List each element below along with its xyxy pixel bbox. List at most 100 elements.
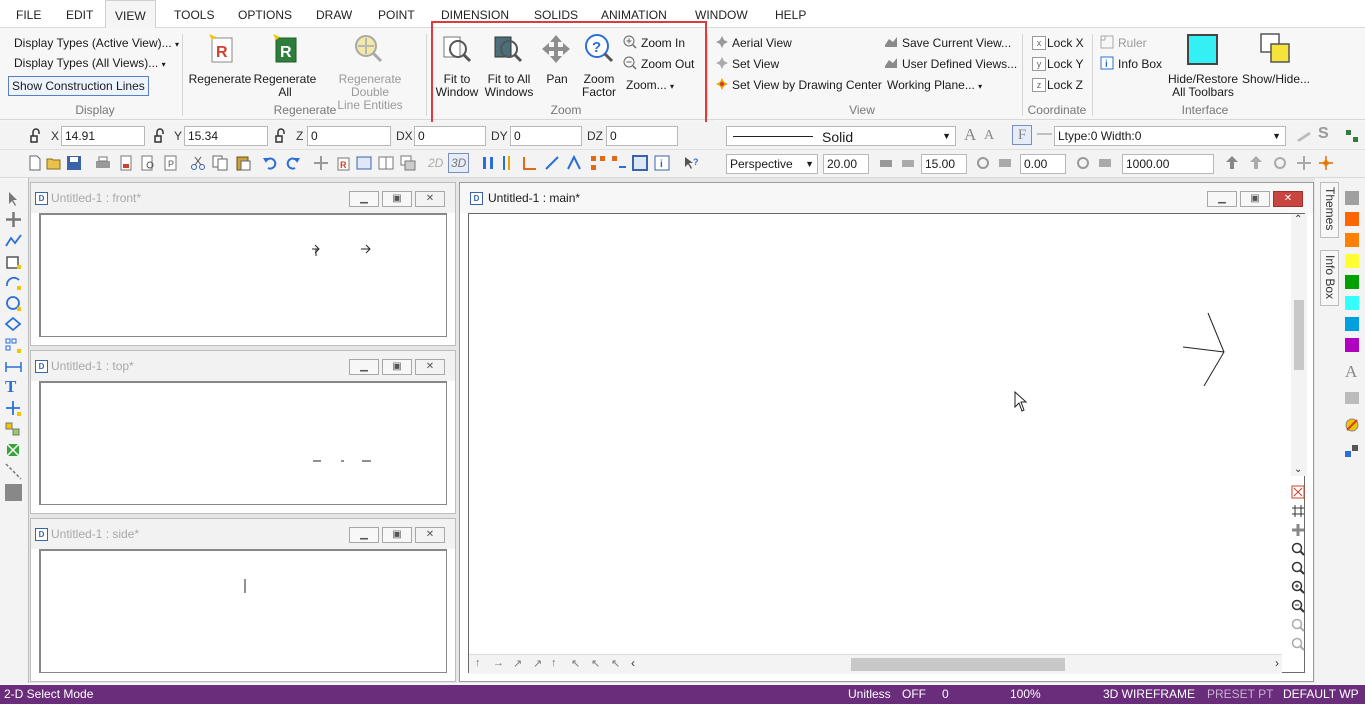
- z-coordinate-input[interactable]: 0: [307, 126, 391, 146]
- pause-icon[interactable]: [480, 155, 496, 171]
- redo-icon[interactable]: [285, 155, 301, 171]
- polygon-tool-icon[interactable]: [5, 316, 22, 333]
- maximize-button[interactable]: ▣: [382, 359, 412, 375]
- menu-options[interactable]: OPTIONS: [229, 0, 301, 28]
- line-dash-icon[interactable]: —: [1037, 125, 1052, 142]
- palette-icon[interactable]: [1344, 417, 1360, 433]
- status-snap[interactable]: OFF: [902, 687, 926, 701]
- dz-input[interactable]: 0: [606, 126, 678, 146]
- status-render-mode[interactable]: 3D WIREFRAME: [1103, 687, 1195, 701]
- new-file-icon[interactable]: [27, 155, 43, 171]
- set-view-by-drawing-center-button[interactable]: Set View by Drawing Center: [732, 78, 882, 92]
- dx-input[interactable]: 0: [414, 126, 486, 146]
- rotate-view-icon[interactable]: [1272, 155, 1288, 171]
- minimize-button[interactable]: ▁: [349, 527, 379, 543]
- font-larger-icon[interactable]: A: [964, 125, 976, 145]
- horizontal-scrollbar-thumb[interactable]: [851, 658, 1065, 671]
- pan-small-icon[interactable]: [1291, 523, 1305, 537]
- view-arrow-nw2-icon[interactable]: ↖: [591, 657, 600, 670]
- view-arrow-n-icon[interactable]: ↑: [551, 657, 557, 669]
- maximize-button[interactable]: ▣: [382, 527, 412, 543]
- color-swatch-purple[interactable]: [1345, 338, 1359, 352]
- menu-point[interactable]: POINT: [369, 0, 424, 28]
- paste-icon[interactable]: [235, 155, 251, 171]
- set-view-button[interactable]: Set View: [732, 57, 779, 71]
- show-construction-lines-button[interactable]: Show Construction Lines: [8, 76, 149, 96]
- filter-icon[interactable]: [1344, 390, 1360, 406]
- main-window-titlebar[interactable]: D Untitled-1 : main* ▁ ▣ ✕: [460, 183, 1313, 213]
- snap-icon[interactable]: S: [1318, 125, 1329, 143]
- view-arrow-ne2-icon[interactable]: ↗: [533, 657, 542, 670]
- circle-tool-icon[interactable]: [5, 295, 22, 312]
- polyline-tool-icon[interactable]: [5, 232, 22, 249]
- color-swatch-green[interactable]: [1345, 275, 1359, 289]
- undo-icon[interactable]: [262, 155, 278, 171]
- walk-icon[interactable]: [1318, 155, 1334, 171]
- solid-tool-icon[interactable]: [5, 442, 22, 459]
- menu-help[interactable]: HELP: [766, 0, 815, 28]
- print-setup-icon[interactable]: [118, 155, 134, 171]
- aerial-view-button[interactable]: Aerial View: [732, 36, 792, 50]
- array-tool-icon[interactable]: [5, 337, 22, 354]
- color-swatch-blue[interactable]: [1345, 317, 1359, 331]
- maximize-button[interactable]: ▣: [1240, 191, 1270, 207]
- zoom-next-icon[interactable]: [1291, 637, 1305, 651]
- minimize-button[interactable]: ▁: [1207, 191, 1237, 207]
- drawing-window-icon[interactable]: [632, 155, 648, 171]
- lock-z-checkbox[interactable]: Lock Z: [1047, 78, 1083, 92]
- color-swatch-cyan[interactable]: [1345, 296, 1359, 310]
- angle-icon[interactable]: [566, 155, 582, 171]
- color-swatch-gray[interactable]: [1345, 191, 1359, 205]
- top-view-canvas[interactable]: [39, 381, 447, 505]
- zoom-in-small-icon[interactable]: [1291, 580, 1305, 594]
- menu-edit[interactable]: EDIT: [57, 0, 102, 28]
- display-types-active-view[interactable]: Display Types (Active View)... ▾: [14, 36, 179, 50]
- view-arrow-w-icon[interactable]: ↖: [611, 657, 620, 670]
- text-style-icon[interactable]: A: [1345, 362, 1357, 382]
- menu-tools[interactable]: TOOLS: [165, 0, 223, 28]
- regenerate-all-button[interactable]: Regenerate All: [252, 73, 318, 99]
- camera-distance-input[interactable]: 15.00: [921, 154, 967, 174]
- x-coordinate-input[interactable]: 14.91: [61, 126, 145, 146]
- layers-icon[interactable]: [1344, 443, 1360, 459]
- view-arrow-right-icon[interactable]: →: [493, 657, 504, 669]
- status-working-plane[interactable]: DEFAULT WP: [1283, 687, 1359, 701]
- move-icon[interactable]: [313, 155, 329, 171]
- side-view-canvas[interactable]: [39, 549, 447, 673]
- mode-3d-button[interactable]: 3D: [448, 153, 470, 173]
- status-units[interactable]: Unitless: [848, 687, 891, 701]
- show-hide-button[interactable]: Show/Hide...: [1240, 73, 1312, 86]
- fill-tool-icon[interactable]: [5, 484, 22, 501]
- pen-icon[interactable]: [1296, 128, 1312, 144]
- top-view-window[interactable]: D Untitled-1 : top* ▁ ▣ ✕: [30, 350, 456, 514]
- close-button[interactable]: ✕: [1273, 191, 1303, 207]
- point-tool-icon[interactable]: [5, 400, 22, 417]
- rectangle-tool-icon[interactable]: [5, 253, 22, 270]
- main-view-canvas[interactable]: ↑ → ↗ ↗ ↑ ↖ ↖ ↖ ‹ › ⌃ ⌄: [468, 213, 1307, 674]
- orbit-icon[interactable]: [1296, 155, 1312, 171]
- line-style-select[interactable]: Solid ▼: [726, 126, 956, 146]
- menu-draw[interactable]: DRAW: [307, 0, 361, 28]
- cut-icon[interactable]: [190, 155, 206, 171]
- y-coordinate-input[interactable]: 15.34: [184, 126, 268, 146]
- measure-icon[interactable]: [544, 155, 560, 171]
- grid-snap-icon[interactable]: [1344, 128, 1360, 144]
- copy-icon[interactable]: [212, 155, 228, 171]
- top-window-titlebar[interactable]: D Untitled-1 : top* ▁ ▣ ✕: [31, 351, 455, 381]
- mode-2d-button[interactable]: 2D: [428, 156, 443, 170]
- cascade-windows-icon[interactable]: [400, 155, 416, 171]
- ruler-button[interactable]: Ruler: [1118, 36, 1147, 50]
- snap-points-icon[interactable]: [590, 155, 606, 171]
- regenerate-button[interactable]: Regenerate: [188, 73, 252, 86]
- view-arrow-up-icon[interactable]: ↑: [475, 657, 481, 669]
- projection-select[interactable]: Perspective ▼: [726, 154, 818, 174]
- minimize-button[interactable]: ▁: [349, 359, 379, 375]
- minimize-button[interactable]: ▁: [349, 191, 379, 207]
- status-zoom[interactable]: 100%: [1010, 687, 1041, 701]
- main-view-window[interactable]: D Untitled-1 : main* ▁ ▣ ✕ ↑ → ↗ ↗ ↑ ↖ ↖…: [459, 182, 1314, 682]
- display-types-all-views[interactable]: Display Types (All Views)... ▾: [14, 56, 166, 70]
- regenerate-small-icon[interactable]: R: [335, 155, 351, 171]
- move-up-icon[interactable]: [1248, 155, 1264, 171]
- vertical-scrollbar[interactable]: ⌃ ⌄: [1291, 214, 1307, 476]
- info-panel-icon[interactable]: i: [654, 155, 670, 171]
